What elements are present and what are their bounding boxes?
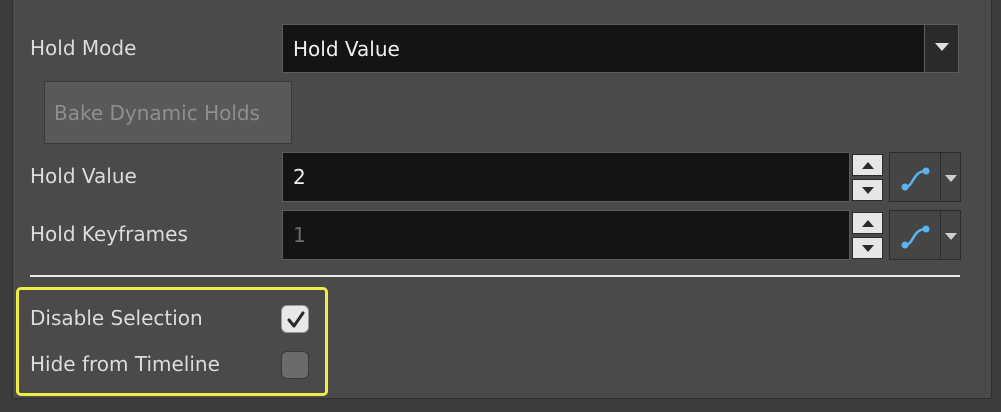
hold-keyframes-label: Hold Keyframes — [30, 222, 188, 246]
hold-mode-dropdown-button[interactable] — [924, 25, 958, 72]
hold-value-increment-button[interactable] — [852, 154, 883, 176]
hold-value-input[interactable]: 2 — [282, 152, 850, 202]
section-divider — [30, 275, 960, 277]
hold-keyframes-curve-button[interactable] — [889, 210, 941, 260]
hold-keyframes-animate-button[interactable] — [889, 210, 961, 260]
hold-value-label: Hold Value — [30, 164, 137, 188]
bake-dynamic-holds-label: Bake Dynamic Holds — [54, 100, 261, 125]
hold-mode-selected-value: Hold Value — [293, 36, 400, 61]
highlight-box — [16, 287, 328, 396]
hold-value-stepper[interactable] — [852, 154, 883, 202]
hold-keyframes-increment-button[interactable] — [852, 212, 883, 234]
hold-value-animate-button[interactable] — [889, 152, 961, 202]
disable-selection-label: Disable Selection — [30, 306, 203, 330]
hold-keyframes-decrement-button[interactable] — [852, 237, 883, 259]
hold-keyframes-input[interactable]: 1 — [282, 210, 850, 260]
hold-value-curve-menu-button[interactable] — [941, 152, 961, 202]
hold-mode-label: Hold Mode — [30, 36, 137, 60]
disable-selection-checkbox[interactable] — [281, 305, 309, 333]
hold-value-text: 2 — [293, 165, 306, 189]
hold-keyframes-text: 1 — [293, 223, 306, 247]
hold-mode-dropdown[interactable]: Hold Value — [282, 24, 959, 73]
hold-value-curve-button[interactable] — [889, 152, 941, 202]
hold-value-decrement-button[interactable] — [852, 179, 883, 201]
hide-from-timeline-checkbox[interactable] — [281, 351, 309, 379]
hide-from-timeline-label: Hide from Timeline — [30, 352, 220, 376]
bake-dynamic-holds-button[interactable]: Bake Dynamic Holds — [44, 81, 292, 144]
hold-keyframes-curve-menu-button[interactable] — [941, 210, 961, 260]
hold-keyframes-stepper[interactable] — [852, 212, 883, 260]
